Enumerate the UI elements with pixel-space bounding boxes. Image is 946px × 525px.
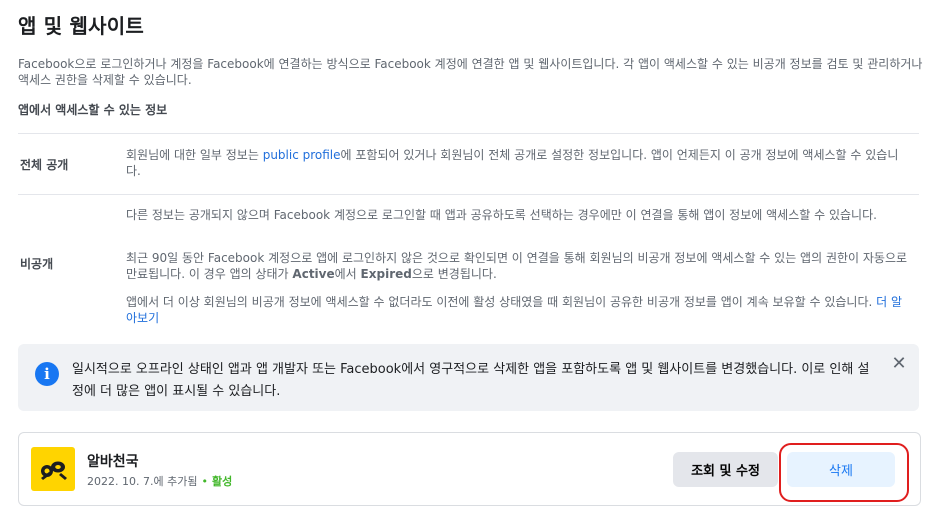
status-active-text: Active <box>292 267 335 281</box>
app-added-date: 2022. 10. 7.에 추가됨 <box>87 475 198 488</box>
private-para-2: 최근 90일 동안 Facebook 계정으로 앱에 로그인하지 않은 것으로 … <box>126 250 913 282</box>
private-para-2-a: 최근 90일 동안 Facebook 계정으로 앱에 로그인하지 않은 것으로 … <box>126 251 908 281</box>
app-name[interactable]: 알바천국 <box>87 451 139 471</box>
status-expired-text: Expired <box>360 267 412 281</box>
app-logo <box>31 447 75 491</box>
change-notice-banner: i 일시적으로 오프라인 상태인 앱과 앱 개발자 또는 Facebook에서 … <box>18 344 919 411</box>
page-description: Facebook으로 로그인하거나 계정을 Facebook에 연결하는 방식으… <box>18 57 923 87</box>
public-info-text: 회원님에 대한 일부 정보는 public profile에 포함되어 있거나 … <box>126 147 913 179</box>
notice-text: 일시적으로 오프라인 상태인 앱과 앱 개발자 또는 Facebook에서 영구… <box>72 362 870 399</box>
bee-logo-icon <box>41 461 67 480</box>
public-profile-link[interactable]: public profile <box>263 148 341 162</box>
close-icon[interactable]: ✕ <box>889 354 909 374</box>
delete-button[interactable]: 삭제 <box>787 452 895 487</box>
private-para-2-b: 에서 <box>334 267 361 281</box>
app-card: 알바천국 2022. 10. 7.에 추가됨 • 활성 조회 및 수정 삭제 <box>18 432 921 506</box>
private-info-row: 비공개 다른 정보는 공개되지 않으며 Facebook 계정으로 로그인할 때… <box>18 194 919 340</box>
private-para-2-c: 으로 변경됩니다. <box>411 267 497 281</box>
app-meta: 2022. 10. 7.에 추가됨 • 활성 <box>87 473 232 489</box>
apps-and-websites-page: 앱 및 웹사이트 Facebook으로 로그인하거나 계정을 Facebook에… <box>0 0 946 525</box>
info-section-title: 앱에서 액세스할 수 있는 정보 <box>18 103 168 117</box>
public-info-row: 전체 공개 회원님에 대한 일부 정보는 public profile에 포함되… <box>18 133 919 194</box>
private-para-1: 다른 정보는 공개되지 않으며 Facebook 계정으로 로그인할 때 앱과 … <box>126 208 877 222</box>
view-edit-button[interactable]: 조회 및 수정 <box>673 452 778 487</box>
info-icon: i <box>35 362 59 386</box>
app-status-badge: 활성 <box>211 475 233 488</box>
private-label: 비공개 <box>20 257 54 271</box>
access-info-table: 전체 공개 회원님에 대한 일부 정보는 public profile에 포함되… <box>18 133 919 340</box>
public-label: 전체 공개 <box>20 158 69 172</box>
public-text-before: 회원님에 대한 일부 정보는 <box>126 148 263 162</box>
page-title: 앱 및 웹사이트 <box>18 14 144 38</box>
private-para-3-text: 앱에서 더 이상 회원님의 비공개 정보에 액세스할 수 없더라도 이전에 활성… <box>126 295 877 309</box>
private-para-3: 앱에서 더 이상 회원님의 비공개 정보에 액세스할 수 없더라도 이전에 활성… <box>126 294 913 326</box>
status-dot: • <box>201 475 208 488</box>
